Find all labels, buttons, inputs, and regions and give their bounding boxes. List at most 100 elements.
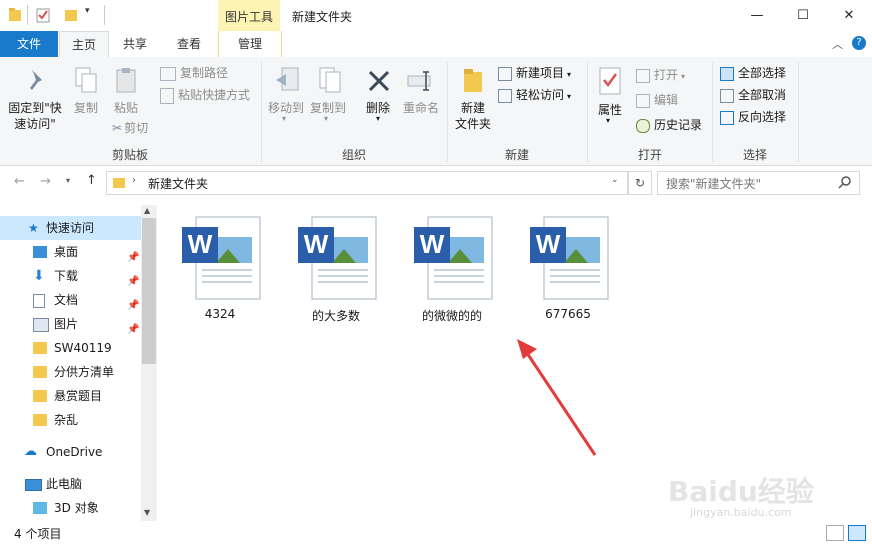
separator [104, 5, 105, 25]
delete-dropdown-icon[interactable]: ▾ [376, 114, 380, 123]
folder-icon [33, 366, 47, 378]
history-button[interactable]: 历史记录 [636, 116, 702, 134]
rename-button[interactable]: 重命名 [400, 100, 442, 116]
tab-manage[interactable]: 管理 [218, 31, 282, 57]
nav-3d-objects[interactable]: 3D 对象 [0, 496, 141, 520]
folder-icon [33, 390, 47, 402]
help-icon[interactable]: ? [852, 36, 866, 50]
search-icon[interactable] [838, 175, 852, 189]
folder-icon [9, 8, 21, 21]
properties-check-icon[interactable] [36, 7, 50, 23]
svg-text:W: W [536, 229, 561, 259]
new-item-dropdown-icon[interactable]: ▾ [567, 70, 571, 79]
collapse-ribbon-icon[interactable]: ︿ [832, 36, 843, 52]
minimize-button[interactable]: — [734, 0, 780, 31]
nav-item-misc[interactable]: 杂乱 [0, 408, 141, 432]
up-arrow-icon[interactable]: ↑ [86, 173, 97, 188]
new-folder-qat-icon[interactable] [64, 7, 78, 23]
qat-dropdown-icon[interactable]: ▾ [85, 6, 90, 16]
item-count: 4 个项目 [14, 527, 62, 541]
nav-this-pc[interactable]: 此电脑 [0, 472, 141, 496]
folder-icon [33, 342, 47, 354]
easy-access-dropdown-icon[interactable]: ▾ [567, 92, 571, 101]
recent-dropdown-icon[interactable]: ▾ [66, 176, 70, 185]
tab-home[interactable]: 主页 [59, 31, 109, 58]
address-dropdown-icon[interactable]: ⌄ [611, 175, 619, 185]
nav-item-desktop[interactable]: 桌面 📌 [0, 240, 141, 264]
tab-view[interactable]: 查看 [163, 31, 215, 57]
copy-button[interactable]: 复制 [70, 100, 102, 116]
nav-this-pc-label: 此电脑 [46, 477, 83, 491]
move-to-dropdown-icon[interactable]: ▾ [282, 114, 286, 123]
nav-item-desktop-label: 桌面 [54, 245, 79, 259]
pin-quick-access-button[interactable]: 固定到"快 速访问" [4, 100, 66, 132]
open-button[interactable]: 打开 ▾ [636, 66, 685, 84]
details-view-icon[interactable] [826, 525, 844, 541]
easy-access-label: 轻松访问 [516, 88, 565, 102]
file-item[interactable]: W 的大多数 [288, 212, 384, 332]
cut-label: 剪切 [124, 121, 149, 135]
nav-onedrive[interactable]: ☁ OneDrive [0, 440, 141, 464]
nav-item-bounty[interactable]: 悬赏题目 [0, 384, 141, 408]
breadcrumb-current[interactable]: 新建文件夹 [148, 175, 208, 192]
nav-item-sw40119-label: SW40119 [54, 341, 112, 355]
pin-quick-access-label-2: 速访问" [14, 117, 56, 131]
select-all-button[interactable]: 全部选择 [720, 64, 786, 82]
maximize-button[interactable]: ☐ [780, 0, 826, 31]
tab-file[interactable]: 文件 [0, 31, 58, 57]
tab-share[interactable]: 共享 [110, 31, 160, 57]
address-folder-icon [113, 178, 125, 188]
select-group-label: 选择 [742, 148, 767, 162]
file-name: 的微微的的 [421, 309, 482, 323]
nav-item-downloads[interactable]: ⬇ 下载 📌 [0, 264, 141, 288]
watermark-url: jingyan.baidu.com [690, 506, 792, 519]
nav-item-sw40119[interactable]: SW40119 [0, 336, 141, 360]
file-item[interactable]: W 4324 [172, 212, 268, 332]
open-dropdown-icon[interactable]: ▾ [681, 72, 685, 81]
properties-dropdown-icon[interactable]: ▾ [606, 116, 610, 125]
refresh-icon[interactable]: ↻ [628, 171, 652, 195]
select-none-button[interactable]: 全部取消 [720, 86, 786, 104]
forward-arrow-icon[interactable]: → [40, 174, 51, 189]
watermark-brand: Baidu经验 [668, 475, 814, 508]
easy-access-icon [498, 88, 512, 103]
separator [27, 5, 28, 25]
select-none-label: 全部取消 [738, 88, 787, 102]
invert-selection-label: 反向选择 [738, 110, 787, 124]
back-arrow-icon[interactable]: ← [14, 174, 25, 189]
file-item[interactable]: W 677665 [520, 212, 616, 332]
breadcrumb-chevron-icon[interactable]: › [132, 175, 136, 186]
invert-selection-button[interactable]: 反向选择 [720, 108, 786, 126]
scrollbar-thumb[interactable] [142, 218, 156, 364]
scroll-up-icon[interactable]: ▲ [144, 206, 150, 215]
nav-item-documents-label: 文档 [54, 293, 79, 307]
new-item-button[interactable]: 新建项目 ▾ [498, 64, 571, 82]
svg-text:W: W [304, 229, 329, 259]
large-icons-view-icon[interactable] [848, 525, 866, 541]
easy-access-button[interactable]: 轻松访问 ▾ [498, 86, 571, 104]
close-button[interactable]: ✕ [826, 0, 872, 31]
pictures-icon [33, 318, 49, 332]
word-document-icon: W [298, 216, 377, 300]
copy-path-button[interactable]: 复制路径 [160, 64, 228, 82]
file-name: 4324 [204, 307, 236, 321]
copy-path-label: 复制路径 [180, 66, 229, 80]
file-name: 的大多数 [311, 309, 360, 323]
nav-item-documents[interactable]: 文档 📌 [0, 288, 141, 312]
copy-to-dropdown-icon[interactable]: ▾ [324, 114, 328, 123]
new-item-icon [498, 66, 512, 81]
nav-item-pictures[interactable]: 图片 📌 [0, 312, 141, 336]
paste-shortcut-button[interactable]: 粘贴快捷方式 [160, 86, 250, 104]
cut-button[interactable]: ✂ 剪切 [112, 119, 148, 137]
edit-button[interactable]: 编辑 [636, 91, 678, 109]
nav-item-suppliers[interactable]: 分供方清单 [0, 360, 141, 384]
scissors-icon: ✂ [112, 121, 123, 135]
new-folder-button[interactable]: 新建 文件夹 [452, 100, 494, 132]
file-item[interactable]: W 的微微的的 [404, 212, 500, 332]
scroll-down-icon[interactable]: ▼ [144, 508, 150, 517]
nav-quick-access[interactable]: ★ 快速访问 [0, 216, 141, 240]
copy-icon [75, 67, 97, 93]
svg-text:W: W [420, 229, 445, 259]
window-title: 新建文件夹 [292, 10, 353, 24]
paste-button[interactable]: 粘贴 [110, 100, 142, 116]
